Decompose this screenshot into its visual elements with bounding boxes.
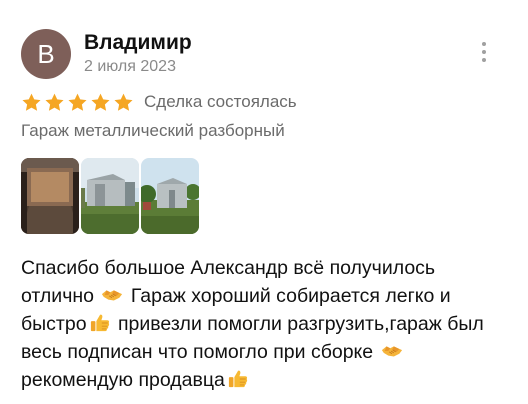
star-icon	[91, 93, 110, 111]
dot	[482, 58, 486, 62]
star-icon	[45, 93, 64, 111]
photo-thumbnail-1[interactable]	[21, 158, 79, 234]
dot	[482, 42, 486, 46]
star-icon	[114, 93, 133, 111]
handshake-icon	[102, 290, 123, 301]
star-icon	[68, 93, 87, 111]
review-text: Спасибо большое Александр всё получилось…	[21, 254, 511, 394]
dot	[482, 50, 486, 54]
review-card: В Владимир 2 июля 2023 Сделка состоялась…	[0, 0, 528, 404]
rating-row: Сделка состоялась	[21, 91, 297, 113]
author-name[interactable]: Владимир	[84, 31, 192, 55]
star-icon	[22, 93, 41, 111]
photo-garage-interior-icon	[21, 158, 79, 234]
item-title[interactable]: Гараж металлический разборный	[21, 121, 285, 141]
photo-garage-field-icon	[141, 158, 199, 234]
thumbs-up-icon	[90, 314, 109, 332]
photo-garage-exterior-icon	[81, 158, 139, 234]
review-text-part-4: рекомендую продавца	[21, 369, 225, 391]
review-date: 2 июля 2023	[84, 58, 176, 75]
handshake-icon	[381, 346, 402, 357]
deal-status: Сделка состоялась	[144, 92, 297, 111]
photo-thumbnail-3[interactable]	[141, 158, 199, 234]
more-options-button[interactable]	[474, 40, 494, 64]
photo-thumbnail-2[interactable]	[81, 158, 139, 234]
avatar[interactable]: В	[21, 29, 71, 79]
thumbs-up-icon	[228, 370, 248, 388]
